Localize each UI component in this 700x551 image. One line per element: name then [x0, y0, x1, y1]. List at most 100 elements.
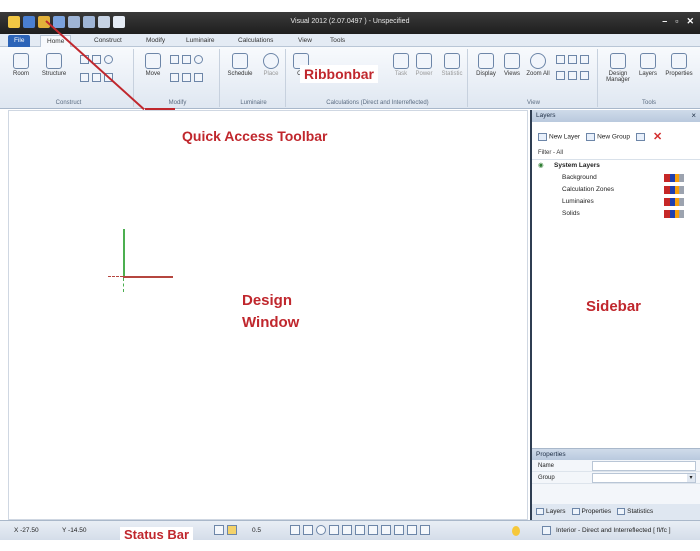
- new-group-button[interactable]: New Group: [586, 132, 630, 141]
- layer-style-icons[interactable]: [664, 198, 684, 206]
- pencil-icon[interactable]: [170, 73, 179, 82]
- schedule-button[interactable]: Schedule: [224, 53, 256, 77]
- properties-button[interactable]: Properties: [662, 53, 696, 77]
- light-icon[interactable]: [420, 525, 430, 535]
- rotate-icon[interactable]: [194, 55, 203, 64]
- tab-file[interactable]: File: [8, 35, 31, 47]
- tab-calculations[interactable]: Calculations: [232, 35, 279, 47]
- room-label: Room: [12, 71, 29, 77]
- layer-style-icons[interactable]: [664, 174, 684, 182]
- tab-tools[interactable]: Tools: [324, 35, 351, 47]
- zoom-in-icon[interactable]: [556, 55, 565, 64]
- layer-style-icons[interactable]: [664, 186, 684, 194]
- new-layer-label: New Layer: [549, 133, 581, 141]
- copy-icon[interactable]: [170, 55, 179, 64]
- tab-view[interactable]: View: [292, 35, 318, 47]
- name-field[interactable]: [592, 461, 696, 471]
- layer-group-row[interactable]: ◉ System Layers: [532, 160, 700, 172]
- line-tool-icon[interactable]: [290, 525, 300, 535]
- polygon-icon[interactable]: [80, 73, 89, 82]
- copy-layer-icon[interactable]: [635, 132, 645, 141]
- zoom-all-label: Zoom All: [526, 71, 550, 77]
- group-select[interactable]: ▾: [592, 473, 696, 483]
- bulb-icon[interactable]: [512, 526, 520, 536]
- group-tools: Design Manager Layers Properties Tools: [600, 49, 698, 107]
- room-button[interactable]: Room: [8, 53, 34, 77]
- layer-filter[interactable]: Filter - All: [532, 147, 700, 160]
- group-view: Display Views Zoom All View: [470, 49, 598, 107]
- tab-construct[interactable]: Construct: [88, 35, 128, 47]
- circle-icon[interactable]: [104, 55, 113, 64]
- task-label: Task: [394, 71, 408, 77]
- tab-luminaire[interactable]: Luminaire: [180, 35, 221, 47]
- tab-properties[interactable]: Properties: [571, 508, 611, 516]
- magnifier-icon: [530, 53, 546, 69]
- layer-row[interactable]: Calculation Zones: [532, 184, 700, 196]
- surface-icon[interactable]: [92, 73, 101, 82]
- statistic-button[interactable]: Statistic: [438, 53, 466, 77]
- layer-style-icons[interactable]: [664, 210, 684, 218]
- layer-row[interactable]: Solids: [532, 208, 700, 220]
- task-icon: [393, 53, 409, 69]
- tab-statistics[interactable]: Statistics: [617, 508, 653, 516]
- property-label: Group: [538, 475, 555, 481]
- delete-icon[interactable]: ✕: [653, 130, 662, 143]
- snap-mid-icon[interactable]: [381, 525, 391, 535]
- design-manager-button[interactable]: Design Manager: [602, 53, 634, 83]
- zoom-window-icon[interactable]: [580, 55, 589, 64]
- power-button[interactable]: Power: [412, 53, 436, 77]
- ortho-icon[interactable]: [214, 525, 224, 535]
- array-icon[interactable]: [182, 55, 191, 64]
- ribbon-tabs: File Home Construct Modify Luminaire Cal…: [0, 34, 700, 47]
- minimize-button[interactable]: –: [662, 16, 667, 27]
- snap-value[interactable]: 0.5: [252, 527, 261, 534]
- status-bar: X -27.50 Y -14.50 0.5 Interior - Direct …: [0, 520, 700, 540]
- group-label-luminaire: Luminaire: [240, 100, 267, 106]
- place-label: Place: [263, 71, 279, 77]
- zoom-out-icon[interactable]: [568, 55, 577, 64]
- layers-button[interactable]: Layers: [636, 53, 660, 77]
- zoom-all-button[interactable]: Zoom All: [526, 53, 550, 77]
- cross-tool-icon[interactable]: [329, 525, 339, 535]
- chevron-down-icon[interactable]: ▾: [687, 474, 695, 482]
- move-button[interactable]: Move: [140, 53, 166, 77]
- sidebar-header: Layers ×: [532, 110, 700, 122]
- sidebar-tabs: Layers Properties Statistics: [532, 504, 700, 520]
- x-coordinate: X -27.50: [14, 527, 39, 534]
- mirror-icon[interactable]: [182, 73, 191, 82]
- zoom-extents-icon[interactable]: [568, 71, 577, 80]
- pan-left-icon[interactable]: [556, 71, 565, 80]
- place-button[interactable]: Place: [258, 53, 284, 77]
- layer-name: Solids: [562, 210, 580, 217]
- scale-icon[interactable]: [194, 73, 203, 82]
- maximize-button[interactable]: ▫: [675, 16, 678, 27]
- layer-row[interactable]: Luminaires: [532, 196, 700, 208]
- views-button[interactable]: Views: [500, 53, 524, 77]
- snap-end-icon[interactable]: [368, 525, 378, 535]
- grid-snap-icon[interactable]: [227, 525, 237, 535]
- quick-access-callout: Quick Access Toolbar: [182, 128, 328, 144]
- tab-modify[interactable]: Modify: [140, 35, 171, 47]
- expand-icon[interactable]: ◉: [538, 160, 544, 172]
- circle-tool-icon[interactable]: [316, 525, 326, 535]
- new-layer-button[interactable]: New Layer: [538, 132, 581, 141]
- snap-center-icon[interactable]: [407, 525, 417, 535]
- schedule-label: Schedule: [227, 71, 253, 77]
- close-button[interactable]: ✕: [686, 16, 694, 27]
- display-button[interactable]: Display: [472, 53, 500, 77]
- structure-button[interactable]: Structure: [38, 53, 70, 77]
- properties-panel: Properties Name Group ▾: [532, 448, 700, 504]
- polyline-tool-icon[interactable]: [303, 525, 313, 535]
- task-button[interactable]: Task: [390, 53, 412, 77]
- tab-layers[interactable]: Layers: [536, 508, 566, 516]
- new-group-icon: [586, 132, 596, 141]
- property-row: Group ▾: [532, 472, 700, 484]
- snap-grid-icon[interactable]: [355, 525, 365, 535]
- layer-toolbar: New Layer New Group ✕: [532, 122, 700, 147]
- layer-row[interactable]: Background: [532, 172, 700, 184]
- snap-near-icon[interactable]: [394, 525, 404, 535]
- pan-right-icon[interactable]: [580, 71, 589, 80]
- close-icon[interactable]: ×: [691, 111, 696, 120]
- schedule-icon: [232, 53, 248, 69]
- perpendicular-tool-icon[interactable]: [342, 525, 352, 535]
